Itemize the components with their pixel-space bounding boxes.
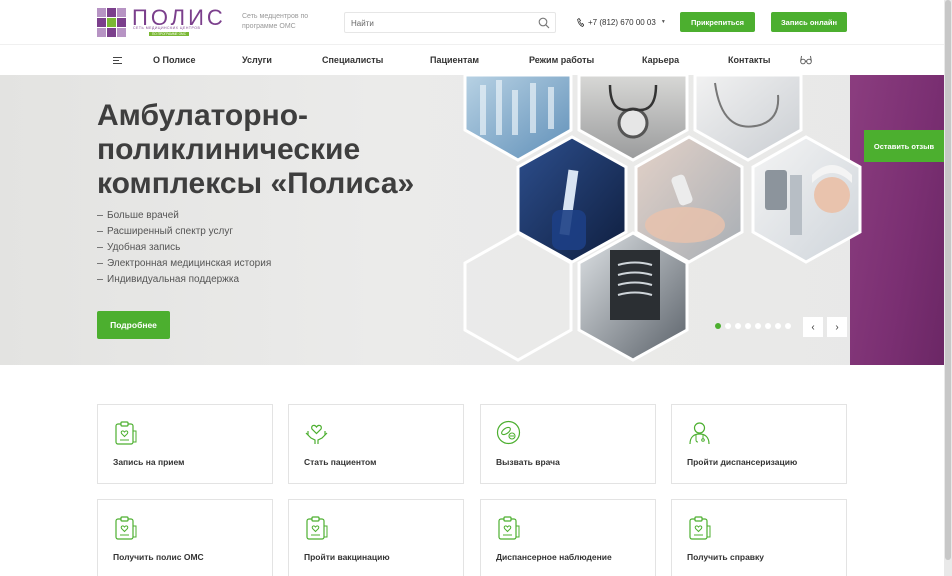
- clipboard-heart-icon: [495, 514, 522, 541]
- slider-dot[interactable]: [715, 323, 721, 329]
- nav-item-contacts[interactable]: Контакты: [728, 55, 770, 65]
- hero-benefit-item: Удобная запись: [97, 240, 271, 256]
- hero-title: Амбулаторно-поликлинические комплексы «П…: [97, 99, 415, 200]
- service-card-label: Вызвать врача: [496, 457, 560, 467]
- chevron-right-icon[interactable]: ›: [827, 317, 847, 337]
- clipboard-heart-icon: [112, 514, 139, 541]
- slider-dots: [715, 323, 791, 329]
- hero-benefits-list: Больше врачей Расширенный спектр услуг У…: [97, 208, 271, 288]
- search-input[interactable]: [351, 16, 531, 30]
- slider-dot[interactable]: [785, 323, 791, 329]
- service-card-label: Диспансерное наблюдение: [496, 552, 612, 562]
- nav-item-specialists[interactable]: Специалисты: [322, 55, 383, 65]
- phone-icon: [577, 17, 584, 27]
- nav-item-career[interactable]: Карьера: [642, 55, 679, 65]
- tagline: Сеть медцентров по программе ОМС: [242, 13, 309, 30]
- service-card[interactable]: Получить справку: [671, 499, 847, 576]
- slider-dot[interactable]: [755, 323, 761, 329]
- slider-dot[interactable]: [725, 323, 731, 329]
- page: ПОЛИС СЕТЬ МЕДИЦИНСКИХ ЦЕНТРОВ ПО ПРОГРА…: [0, 0, 952, 576]
- accessibility-glasses-icon[interactable]: [800, 55, 812, 65]
- caret-down-icon[interactable]: ▼: [661, 19, 666, 25]
- slider-dot[interactable]: [745, 323, 751, 329]
- nav-item-patients[interactable]: Пациентам: [430, 55, 479, 65]
- pills-icon: [495, 419, 522, 446]
- nav-item-about[interactable]: О Полисе: [153, 55, 196, 65]
- service-card[interactable]: Получить полис ОМС: [97, 499, 273, 576]
- phone-number[interactable]: +7 (812) 670 00 03: [588, 18, 656, 27]
- medical-collage-image: [463, 75, 862, 362]
- service-card-label: Запись на прием: [113, 457, 185, 467]
- service-card[interactable]: Пройти диспансеризацию: [671, 404, 847, 484]
- search-icon[interactable]: [538, 17, 550, 29]
- hands-heart-icon: [303, 419, 330, 446]
- service-card[interactable]: Стать пациентом: [288, 404, 464, 484]
- online-booking-button[interactable]: Запись онлайн: [771, 12, 847, 32]
- service-card[interactable]: Вызвать врача: [480, 404, 656, 484]
- clipboard-heart-icon: [112, 419, 139, 446]
- slider-dot[interactable]: [735, 323, 741, 329]
- attach-button[interactable]: Прикрепиться: [680, 12, 755, 32]
- slider-dot[interactable]: [765, 323, 771, 329]
- nav-item-services[interactable]: Услуги: [242, 55, 272, 65]
- service-card-label: Пройти диспансеризацию: [687, 457, 798, 467]
- hero-benefit-item: Расширенный спектр услуг: [97, 224, 271, 240]
- hero-benefit-item: Электронная медицинская история: [97, 256, 271, 272]
- doctor-icon: [686, 419, 713, 446]
- hero-slider: Амбулаторно-поликлинические комплексы «П…: [0, 75, 944, 365]
- service-card-label: Стать пациентом: [304, 457, 377, 467]
- logo-tag: ПО ПРОГРАММЕ ОМС: [149, 32, 190, 36]
- service-card-label: Получить справку: [687, 552, 765, 562]
- scrollbar[interactable]: [944, 0, 952, 576]
- leave-review-button[interactable]: Оставить отзыв: [864, 130, 944, 162]
- logo-mark: [97, 8, 126, 37]
- service-card[interactable]: Диспансерное наблюдение: [480, 499, 656, 576]
- phone-selector[interactable]: +7 (812) 670 00 03 ▼: [577, 16, 666, 28]
- service-card-label: Получить полис ОМС: [113, 552, 204, 562]
- service-card-label: Пройти вакцинацию: [304, 552, 390, 562]
- hero-benefit-item: Больше врачей: [97, 208, 271, 224]
- logo-subtitle: СЕТЬ МЕДИЦИНСКИХ ЦЕНТРОВ: [133, 26, 201, 30]
- clipboard-heart-icon: [303, 514, 330, 541]
- scrollbar-thumb[interactable]: [945, 0, 951, 560]
- more-button[interactable]: Подробнее: [97, 311, 170, 339]
- hero-benefit-item: Индивидуальная поддержка: [97, 272, 271, 288]
- slider-dot[interactable]: [775, 323, 781, 329]
- chevron-left-icon[interactable]: ‹: [803, 317, 823, 337]
- menu-icon[interactable]: [113, 57, 122, 64]
- service-card[interactable]: Запись на прием: [97, 404, 273, 484]
- main-nav: О Полисе Услуги Специалисты Пациентам Ре…: [0, 44, 944, 75]
- service-card[interactable]: Пройти вакцинацию: [288, 499, 464, 576]
- search-box[interactable]: [344, 12, 556, 33]
- header: ПОЛИС СЕТЬ МЕДИЦИНСКИХ ЦЕНТРОВ ПО ПРОГРА…: [0, 0, 944, 44]
- clipboard-heart-icon: [686, 514, 713, 541]
- nav-item-schedule[interactable]: Режим работы: [529, 55, 594, 65]
- logo[interactable]: ПОЛИС СЕТЬ МЕДИЦИНСКИХ ЦЕНТРОВ ПО ПРОГРА…: [97, 5, 225, 37]
